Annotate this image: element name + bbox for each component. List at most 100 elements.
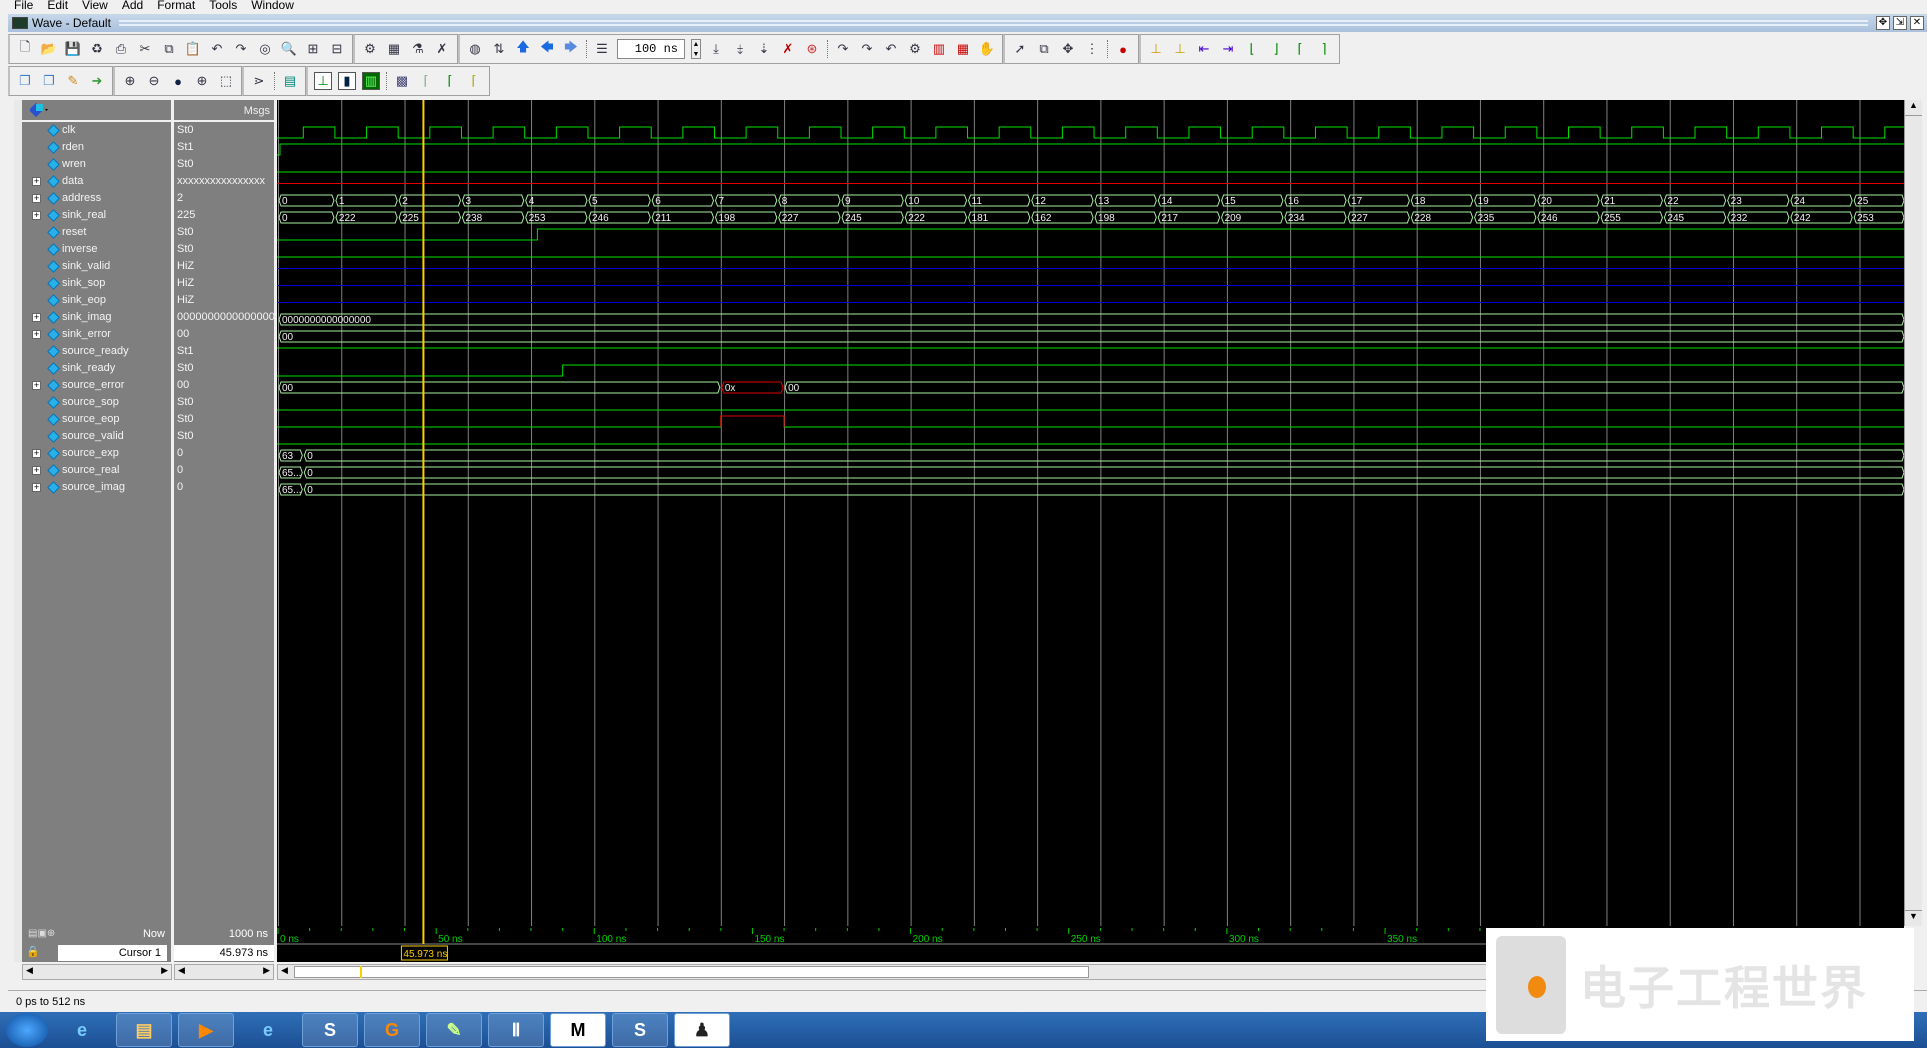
taskbar-sogou-browser[interactable]: S [302, 1013, 358, 1047]
help-icon[interactable]: ◍ [466, 40, 484, 58]
menu-file[interactable]: File [14, 0, 33, 13]
taskbar-notepad-plus[interactable]: ✎ [426, 1013, 482, 1047]
taskbar-modelsim[interactable]: M [550, 1013, 606, 1047]
copy-icon[interactable]: ⧉ [160, 40, 178, 58]
signal-row-source_sop[interactable]: source_sop [22, 394, 171, 411]
wave-mode-1-icon[interactable]: ⊥ [314, 72, 332, 90]
values-hscroll[interactable]: ◀ ▶ [174, 964, 274, 980]
prev-transition-icon[interactable]: ⇤ [1195, 40, 1213, 58]
signal-row-sink_sop[interactable]: sink_sop [22, 275, 171, 292]
find-object-icon[interactable]: ◎ [256, 40, 274, 58]
expand-icon[interactable]: + [32, 449, 41, 458]
restart-icon[interactable]: ⊛ [803, 40, 821, 58]
collapse-tree-icon[interactable]: ⊟ [328, 40, 346, 58]
delete-cursor-icon[interactable]: ⊥ [1171, 40, 1189, 58]
save-icon[interactable]: 💾 [64, 40, 82, 58]
expand-tree-icon[interactable]: ⊞ [304, 40, 322, 58]
scroll-up-icon[interactable]: ▲ [1905, 100, 1922, 116]
signal-row-source_exp[interactable]: + source_exp [22, 445, 171, 462]
taskbar-internet-explorer-2[interactable]: e [240, 1013, 296, 1047]
dataflow-icon[interactable]: ⋗ [250, 72, 268, 90]
names-hscroll[interactable]: ◀ ▶ [22, 964, 172, 980]
menu-edit[interactable]: Edit [47, 0, 68, 13]
signal-row-source_ready[interactable]: source_ready [22, 343, 171, 360]
break-icon[interactable]: ✗ [433, 40, 451, 58]
expand-icon[interactable]: + [32, 313, 41, 322]
next-rising-icon[interactable]: ⌉ [1315, 40, 1333, 58]
signal-row-sink_real[interactable]: + sink_real [22, 207, 171, 224]
waveform-pane[interactable]: 0 1 2 3 4 5 6 7 8 9 10 11 12 13 14 15 16 17 18 19 20 21 22 23 24… [277, 100, 1904, 926]
print-icon[interactable]: ⎙ [112, 40, 130, 58]
signal-row-rden[interactable]: rden [22, 139, 171, 156]
compile-all-icon[interactable]: ▦ [385, 40, 403, 58]
edge-3-icon[interactable]: ⌈ [465, 72, 483, 90]
signal-row-sink_ready[interactable]: sink_ready [22, 360, 171, 377]
prev-rising-icon[interactable]: ⌈ [1291, 40, 1309, 58]
taskbar-foxit-pdf[interactable]: G [364, 1013, 420, 1047]
expand-icon[interactable]: + [32, 211, 41, 220]
step-out-icon[interactable]: ↶ [882, 40, 900, 58]
remove-wave-icon[interactable]: ❐ [40, 72, 58, 90]
step-over-icon[interactable]: ↷ [858, 40, 876, 58]
reload-icon[interactable]: ♻ [88, 40, 106, 58]
signal-row-source_eop[interactable]: source_eop [22, 411, 171, 428]
hand-icon[interactable]: ✋ [978, 40, 996, 58]
signal-row-sink_valid[interactable]: sink_valid [22, 258, 171, 275]
zoom-out-icon[interactable]: ⊖ [145, 72, 163, 90]
step-menu-icon[interactable]: ⚙ [906, 40, 924, 58]
new-file-icon[interactable]: 🗋 [16, 39, 34, 58]
wave-compare-icon[interactable]: ⇅ [490, 40, 508, 58]
prev-falling-icon[interactable]: ⌊ [1243, 40, 1261, 58]
expand-icon[interactable]: + [32, 381, 41, 390]
run-length-input[interactable] [617, 39, 685, 59]
insert-cursor-icon[interactable]: ⊥ [1147, 40, 1165, 58]
expand-icon[interactable]: + [32, 466, 41, 475]
scroll-left-icon[interactable]: ◀ [281, 965, 288, 976]
scroll-left-icon[interactable]: ◀ [178, 965, 185, 976]
edit-wave-icon[interactable]: ✎ [64, 72, 82, 90]
menu-add[interactable]: Add [122, 0, 143, 13]
open-folder-icon[interactable]: 📂 [40, 40, 58, 58]
simulate-icon[interactable]: ⚗ [409, 40, 427, 58]
compile-icon[interactable]: ⚙ [361, 40, 379, 58]
start-button[interactable] [6, 1013, 48, 1047]
title-grip[interactable] [118, 20, 1868, 26]
cursor-row[interactable]: 🔒 Cursor 1 [22, 944, 171, 962]
cursor-lock-icon[interactable]: 🔒 [26, 945, 40, 958]
taskbar-media-player[interactable]: ▶ [178, 1013, 234, 1047]
signal-row-wren[interactable]: wren [22, 156, 171, 173]
taskbar-file-explorer[interactable]: ▤ [116, 1013, 172, 1047]
waveform-canvas[interactable]: 0 1 2 3 4 5 6 7 8 9 10 11 12 13 14 15 16 17 18 19 20 21 22 23 24… [277, 100, 1904, 926]
scroll-right-icon[interactable]: ▶ [161, 965, 168, 976]
undock-icon[interactable]: ✥ [1876, 16, 1890, 30]
cursor-name[interactable]: Cursor 1 [58, 945, 167, 961]
memory-icon[interactable]: ▦ [954, 40, 972, 58]
scroll-thumb[interactable] [294, 966, 1089, 978]
run-length-spinner[interactable]: ▲ ▼ [691, 39, 701, 59]
zoom-mode-icon[interactable]: ⧉ [1035, 40, 1053, 58]
wave-mode-2-icon[interactable]: ▮ [338, 72, 356, 90]
paste-icon[interactable]: 📋 [184, 40, 202, 58]
signal-row-inverse[interactable]: inverse [22, 241, 171, 258]
redo-icon[interactable]: ↷ [232, 40, 250, 58]
scroll-right-icon[interactable]: ▶ [263, 965, 270, 976]
menu-tools[interactable]: Tools [209, 0, 237, 13]
next-falling-icon[interactable]: ⌋ [1267, 40, 1285, 58]
signal-row-sink_imag[interactable]: + sink_imag [22, 309, 171, 326]
undo-icon[interactable]: ↶ [208, 40, 226, 58]
step-icon[interactable]: ↷ [834, 40, 852, 58]
signal-row-clk[interactable]: clk [22, 122, 171, 139]
scroll-left-icon[interactable]: ◀ [26, 965, 33, 976]
signal-row-source_valid[interactable]: source_valid [22, 428, 171, 445]
vertical-scrollbar[interactable]: ▲ ▼ [1904, 100, 1922, 926]
menu-view[interactable]: View [82, 0, 108, 13]
expand-icon[interactable]: + [32, 194, 41, 203]
signal-row-source_error[interactable]: + source_error [22, 377, 171, 394]
zoom-full-icon[interactable]: ● [169, 72, 187, 90]
up-arrow-icon[interactable]: 🡅 [514, 39, 532, 58]
scroll-down-icon[interactable]: ▼ [1905, 910, 1922, 926]
taskbar-character-app[interactable]: ♟ [674, 1013, 730, 1047]
select-mode-icon[interactable]: ➚ [1011, 40, 1029, 58]
performance-icon[interactable]: ▥ [930, 40, 948, 58]
expand-icon[interactable]: + [32, 177, 41, 186]
